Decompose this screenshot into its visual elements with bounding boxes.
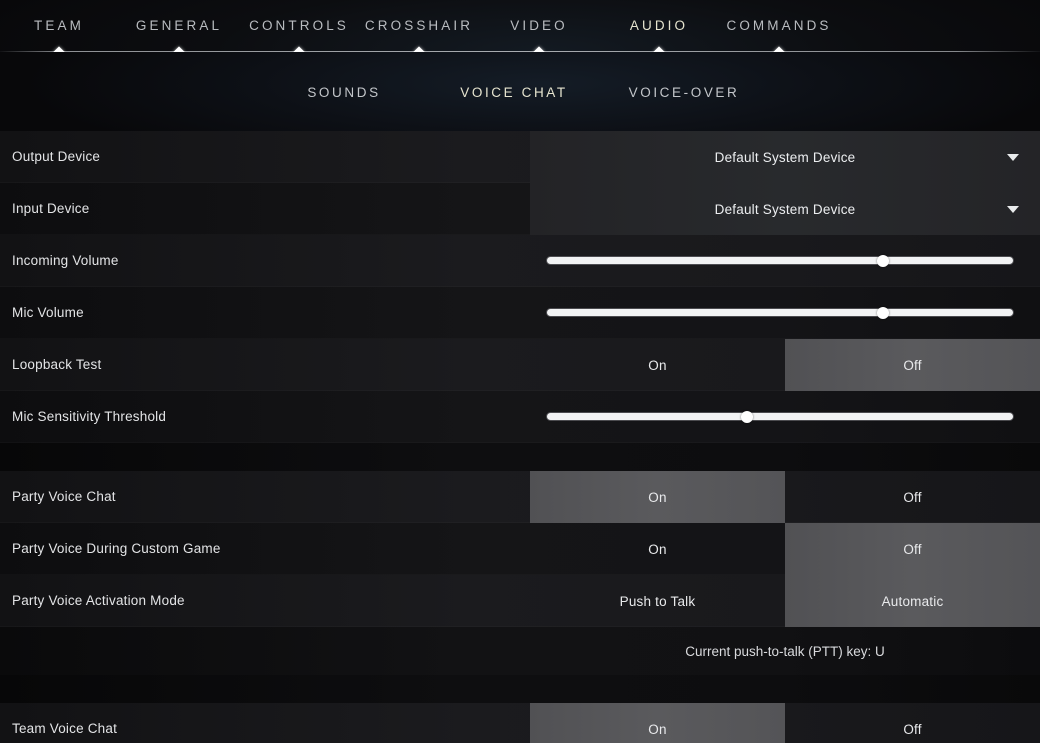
primary-nav-item-crosshair[interactable]: CROSSHAIR (365, 18, 473, 33)
setting-label: Mic Sensitivity Threshold (12, 409, 167, 424)
setting-control (530, 391, 1040, 442)
setting-label: Output Device (12, 149, 101, 164)
setting-label: Incoming Volume (12, 253, 119, 268)
chevron-down-icon[interactable] (1007, 206, 1019, 213)
segment-option-off[interactable]: Off (785, 339, 1040, 391)
primary-nav: TEAM GENERAL CONTROLS CROSSHAIR VIDEO AUDIO CO… (0, 0, 1040, 58)
slider-mic-volume[interactable] (547, 306, 1013, 319)
setting-label: Team Voice Chat (12, 721, 118, 736)
ptt-key-note: Current push-to-talk (PTT) key: U (685, 643, 885, 659)
dropdown-selected-value: Default System Device (714, 149, 856, 165)
segment-option-off[interactable]: Off (785, 471, 1040, 523)
setting-control: On Off (530, 523, 1040, 575)
setting-row-loopback-test: Loopback Test On Off (0, 339, 1040, 391)
setting-label: Party Voice Activation Mode (12, 593, 185, 608)
slider-knob[interactable] (876, 254, 889, 267)
setting-control (530, 287, 1040, 338)
secondary-nav: SOUNDS VOICE CHAT VOICE-OVER (0, 52, 1040, 131)
secondary-nav-item-sounds[interactable]: SOUNDS (307, 85, 380, 100)
slider-track[interactable] (547, 257, 1013, 264)
setting-control: Push to Talk Automatic (530, 575, 1040, 627)
setting-control: Default System Device (530, 183, 1040, 235)
slider-knob[interactable] (876, 306, 889, 319)
team-voice-section: Team Voice Chat On Off (0, 703, 1040, 743)
setting-label: Loopback Test (12, 357, 102, 372)
setting-row-mic-sensitivity-threshold: Mic Sensitivity Threshold (0, 391, 1040, 443)
segment-option-on[interactable]: On (530, 471, 785, 523)
primary-nav-item-general[interactable]: GENERAL (136, 18, 222, 33)
settings-screen: TEAM GENERAL CONTROLS CROSSHAIR VIDEO AUDIO CO… (0, 0, 1040, 743)
primary-nav-item-controls[interactable]: CONTROLS (249, 18, 349, 33)
segmented-control-loopback-test: On Off (530, 339, 1040, 391)
secondary-nav-item-voice-over[interactable]: VOICE-OVER (629, 85, 740, 100)
setting-control: Default System Device (530, 131, 1040, 183)
setting-label: Mic Volume (12, 305, 84, 320)
ptt-key-note-row: Current push-to-talk (PTT) key: U (0, 627, 1040, 675)
primary-nav-item-video[interactable]: VIDEO (510, 18, 568, 33)
dropdown-output-device[interactable]: Default System Device (530, 131, 1040, 183)
slider-track[interactable] (547, 413, 1013, 420)
segment-option-automatic[interactable]: Automatic (785, 575, 1040, 627)
section-gap (0, 443, 1040, 471)
party-voice-section: Party Voice Chat On Off Party Voice During … (0, 471, 1040, 627)
setting-row-output-device: Output Device Default System Device (0, 131, 1040, 183)
section-gap (0, 675, 1040, 703)
setting-row-mic-volume: Mic Volume (0, 287, 1040, 339)
segment-option-on[interactable]: On (530, 523, 785, 575)
setting-row-incoming-volume: Incoming Volume (0, 235, 1040, 287)
segmented-control-party-voice-activation-mode: Push to Talk Automatic (530, 575, 1040, 627)
settings-list: Output Device Default System Device Input … (0, 131, 1040, 743)
slider-mic-sensitivity-threshold[interactable] (547, 410, 1013, 423)
segmented-control-team-voice-chat: On Off (530, 703, 1040, 743)
setting-row-party-voice-activation-mode: Party Voice Activation Mode Push to Talk A… (0, 575, 1040, 627)
segment-option-on[interactable]: On (530, 339, 785, 391)
segment-option-off[interactable]: Off (785, 703, 1040, 743)
primary-nav-item-team[interactable]: TEAM (34, 18, 84, 33)
secondary-nav-item-voice-chat[interactable]: VOICE CHAT (460, 85, 568, 100)
dropdown-selected-value: Default System Device (714, 201, 856, 217)
setting-label: Party Voice Chat (12, 489, 116, 504)
setting-row-team-voice-chat: Team Voice Chat On Off (0, 703, 1040, 743)
segment-option-push-to-talk[interactable]: Push to Talk (530, 575, 785, 627)
primary-nav-items: TEAM GENERAL CONTROLS CROSSHAIR VIDEO AUDIO CO… (0, 0, 1040, 52)
segment-option-on[interactable]: On (530, 703, 785, 743)
setting-label: Party Voice During Custom Game (12, 541, 221, 556)
segmented-control-party-voice-chat: On Off (530, 471, 1040, 523)
setting-row-party-voice-during-custom-game: Party Voice During Custom Game On Off (0, 523, 1040, 575)
setting-control: On Off (530, 703, 1040, 743)
setting-control (530, 235, 1040, 286)
setting-label: Input Device (12, 201, 90, 216)
slider-incoming-volume[interactable] (547, 254, 1013, 267)
primary-nav-item-audio[interactable]: AUDIO (630, 18, 688, 33)
voice-device-section: Output Device Default System Device Input … (0, 131, 1040, 443)
slider-track[interactable] (547, 309, 1013, 316)
setting-control: On Off (530, 339, 1040, 391)
dropdown-input-device[interactable]: Default System Device (530, 183, 1040, 235)
chevron-down-icon[interactable] (1007, 154, 1019, 161)
setting-row-input-device: Input Device Default System Device (0, 183, 1040, 235)
setting-row-party-voice-chat: Party Voice Chat On Off (0, 471, 1040, 523)
slider-knob[interactable] (741, 410, 754, 423)
segment-option-off[interactable]: Off (785, 523, 1040, 575)
setting-control: On Off (530, 471, 1040, 523)
segmented-control-party-voice-during-custom-game: On Off (530, 523, 1040, 575)
primary-nav-item-commands[interactable]: COMMANDS (726, 18, 831, 33)
